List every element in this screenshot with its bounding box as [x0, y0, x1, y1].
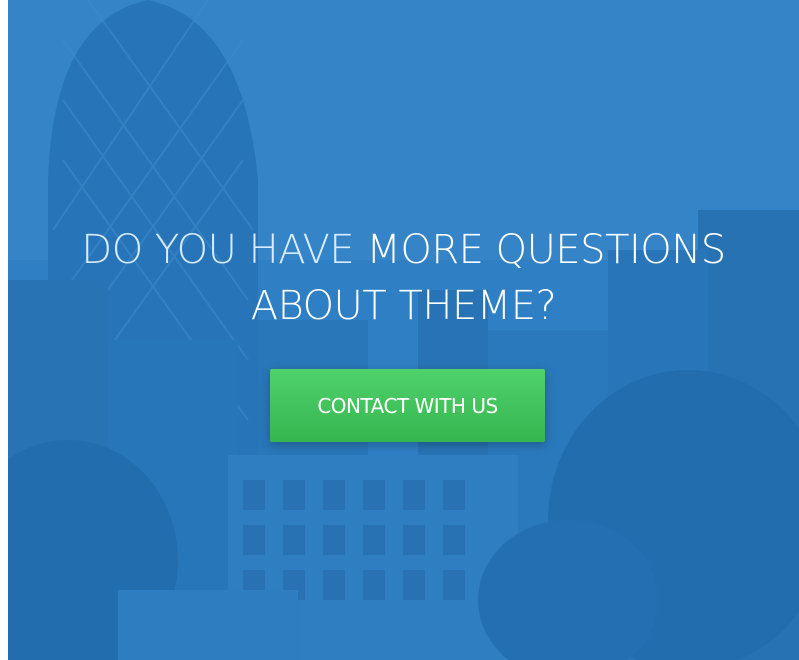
- contact-button[interactable]: CONTACT WITH US: [270, 369, 545, 442]
- hero-headline: DO YOU HAVE MORE QUESTIONS ABOUT THEME?: [8, 222, 799, 334]
- headline-line-2: ABOUT THEME?: [250, 283, 557, 329]
- headline-rest-part: MORE QUESTIONS: [354, 227, 726, 273]
- hero-section: DO YOU HAVE MORE QUESTIONS ABOUT THEME? …: [8, 0, 799, 660]
- headline-light-part: DO YOU HAVE: [81, 227, 355, 273]
